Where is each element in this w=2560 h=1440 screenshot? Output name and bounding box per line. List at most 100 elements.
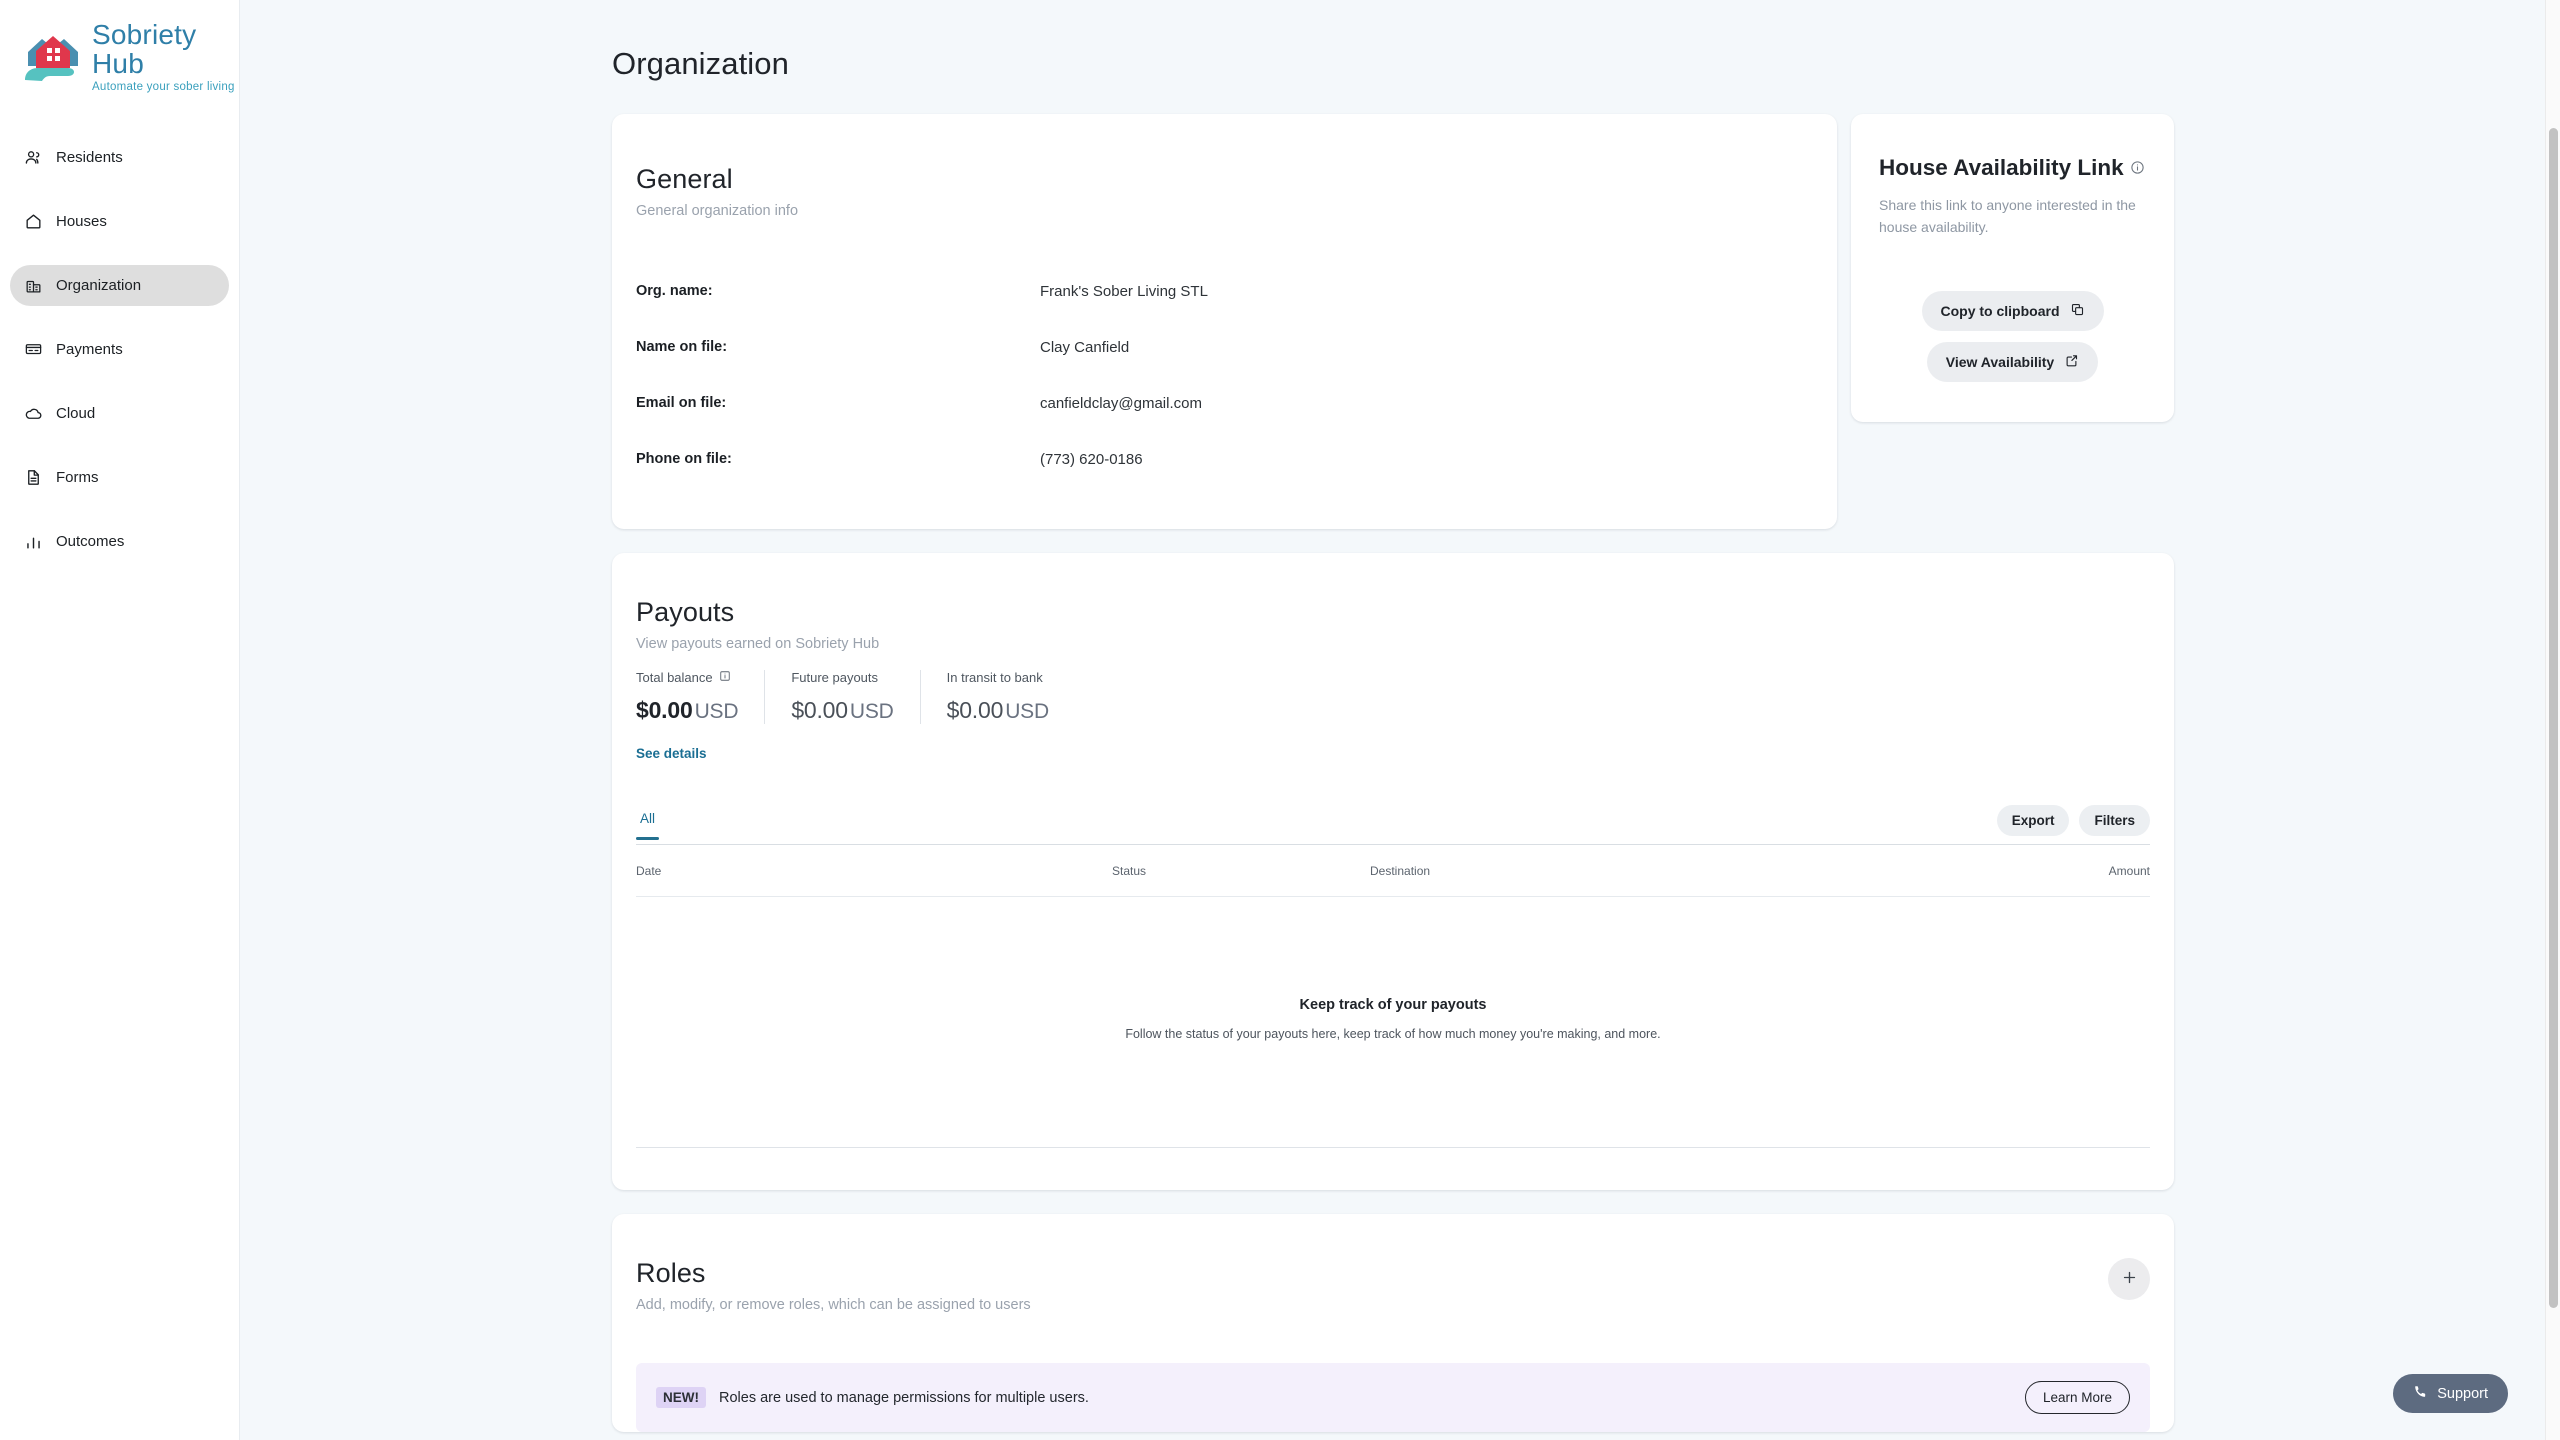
add-role-button[interactable]: [2108, 1258, 2150, 1300]
payouts-title: Payouts: [636, 597, 735, 627]
support-label: Support: [2437, 1385, 2488, 1402]
field-row: Email on file: canfieldclay@gmail.com: [612, 375, 1837, 431]
sidebar-item-outcomes[interactable]: Outcomes: [10, 521, 229, 562]
field-row: Name on file: Clay Canfield: [612, 319, 1837, 375]
view-availability-button[interactable]: View Availability: [1926, 341, 2099, 382]
sidebar-item-label: Houses: [56, 212, 107, 230]
sidebar-item-label: Forms: [56, 468, 99, 486]
brand-tagline: Automate your sober living: [92, 80, 235, 93]
tab-all[interactable]: All: [636, 811, 660, 840]
stat-label: Total balance: [636, 670, 713, 685]
copy-to-clipboard-button[interactable]: Copy to clipboard: [1921, 290, 2104, 331]
column-header-date: Date: [636, 863, 662, 878]
stat-label: In transit to bank: [946, 670, 1043, 685]
field-label: Email on file:: [636, 395, 727, 411]
house-in-hand-logo-icon: [22, 28, 84, 84]
stat-value: $0.00: [791, 697, 848, 723]
see-details-link[interactable]: See details: [636, 746, 707, 761]
sidebar-item-label: Cloud: [56, 404, 96, 422]
support-button[interactable]: Support: [2393, 1374, 2508, 1413]
info-square-icon[interactable]: [719, 670, 731, 685]
brand-logo[interactable]: Sobriety Hub Automate your sober living: [0, 14, 239, 93]
new-badge: NEW!: [656, 1387, 706, 1408]
export-button[interactable]: Export: [1996, 805, 2070, 836]
app-root: Sobriety Hub Automate your sober living …: [0, 0, 2560, 1440]
people-icon: [24, 148, 43, 167]
field-value: Frank's Sober Living STL: [1040, 282, 1208, 300]
main-content: Organization General General organizatio…: [240, 0, 2560, 1440]
phone-icon: [2413, 1384, 2428, 1403]
copy-button-label: Copy to clipboard: [1940, 302, 2060, 319]
column-header-destination: Destination: [1370, 863, 1431, 878]
payouts-stats: Total balance $0.00USD Future payouts $0…: [612, 670, 2174, 724]
stat-currency: USD: [1005, 700, 1049, 723]
sidebar-item-payments[interactable]: Payments: [10, 329, 229, 370]
stat-currency: USD: [849, 700, 894, 723]
payouts-tabs: All: [636, 811, 660, 840]
field-value: canfieldclay@gmail.com: [1040, 394, 1202, 412]
sidebar-item-residents[interactable]: Residents: [10, 137, 229, 178]
field-value: (773) 620-0186: [1040, 450, 1143, 468]
roles-title: Roles: [636, 1258, 706, 1288]
roles-card: Roles Add, modify, or remove roles, whic…: [612, 1214, 2174, 1432]
empty-state-title: Keep track of your payouts: [1299, 997, 1487, 1013]
document-icon: [24, 468, 43, 487]
roles-banner: NEW! Roles are used to manage permission…: [636, 1363, 2150, 1432]
house-availability-title: House Availability Link: [1879, 155, 2124, 180]
column-header-status: Status: [1112, 863, 1147, 878]
house-availability-card: House Availability Link Share this link …: [1851, 114, 2174, 422]
general-title: General: [636, 164, 733, 194]
field-label: Org. name:: [636, 283, 713, 299]
stat-in-transit-to-bank: In transit to bank $0.00USD: [919, 670, 1075, 724]
payouts-table: Date Status Destination Amount Keep trac…: [612, 845, 2174, 1147]
scrollbar-thumb[interactable]: [2549, 128, 2558, 1308]
table-empty-state: Keep track of your payouts Follow the st…: [636, 897, 2150, 1147]
building-icon: [24, 276, 43, 295]
view-button-label: View Availability: [1945, 353, 2055, 370]
info-circle-icon[interactable]: [2130, 154, 2145, 182]
bar-chart-icon: [24, 532, 43, 551]
sidebar-item-label: Outcomes: [56, 532, 125, 550]
table-footer: [612, 1148, 2174, 1190]
sidebar-item-label: Organization: [56, 276, 142, 294]
learn-more-button[interactable]: Learn More: [2024, 1381, 2130, 1414]
sidebar-item-label: Residents: [56, 148, 123, 166]
general-subtitle: General organization info: [636, 203, 799, 219]
plus-icon: [2121, 1269, 2138, 1290]
general-fields: Org. name: Frank's Sober Living STL Name…: [612, 263, 1837, 487]
table-header-row: Date Status Destination Amount: [636, 845, 2150, 897]
column-header-amount: Amount: [2108, 863, 2150, 878]
payouts-card: Payouts View payouts earned on Sobriety …: [612, 553, 2174, 1190]
stat-value: $0.00: [636, 697, 693, 723]
external-link-icon: [2064, 353, 2079, 371]
sidebar-item-label: Payments: [56, 340, 123, 358]
sidebar-item-organization[interactable]: Organization: [10, 264, 229, 306]
stat-label: Future payouts: [791, 670, 879, 685]
sidebar-item-houses[interactable]: Houses: [10, 201, 229, 242]
general-card: General General organization info Org. n…: [612, 114, 1837, 529]
field-row: Org. name: Frank's Sober Living STL: [612, 263, 1837, 319]
filters-button[interactable]: Filters: [2079, 805, 2150, 836]
empty-state-subtitle: Follow the status of your payouts here, …: [1125, 1027, 1661, 1041]
roles-subtitle: Add, modify, or remove roles, which can …: [636, 1297, 1031, 1313]
field-label: Name on file:: [636, 339, 728, 355]
field-row: Phone on file: (773) 620-0186: [612, 431, 1837, 487]
house-availability-description: Share this link to anyone interested in …: [1879, 197, 2136, 235]
home-icon: [24, 212, 43, 231]
banner-text: Roles are used to manage permissions for…: [719, 1389, 1089, 1406]
stat-currency: USD: [694, 700, 739, 723]
stat-value: $0.00: [946, 697, 1004, 723]
brand-name: Sobriety Hub: [92, 19, 197, 80]
sidebar-item-forms[interactable]: Forms: [10, 457, 229, 498]
stat-total-balance: Total balance $0.00USD: [636, 670, 764, 724]
top-cards-row: General General organization info Org. n…: [612, 114, 2560, 529]
sidebar: Sobriety Hub Automate your sober living …: [0, 0, 240, 1440]
stat-future-payouts: Future payouts $0.00USD: [764, 670, 919, 724]
payouts-subtitle: View payouts earned on Sobriety Hub: [636, 636, 880, 652]
copy-icon: [2070, 302, 2085, 320]
field-label: Phone on file:: [636, 451, 732, 467]
vertical-scrollbar[interactable]: [2545, 0, 2560, 1440]
sidebar-item-cloud[interactable]: Cloud: [10, 393, 229, 434]
field-value: Clay Canfield: [1040, 338, 1130, 356]
sidebar-nav: Residents Houses Organization Payments C…: [0, 137, 239, 562]
